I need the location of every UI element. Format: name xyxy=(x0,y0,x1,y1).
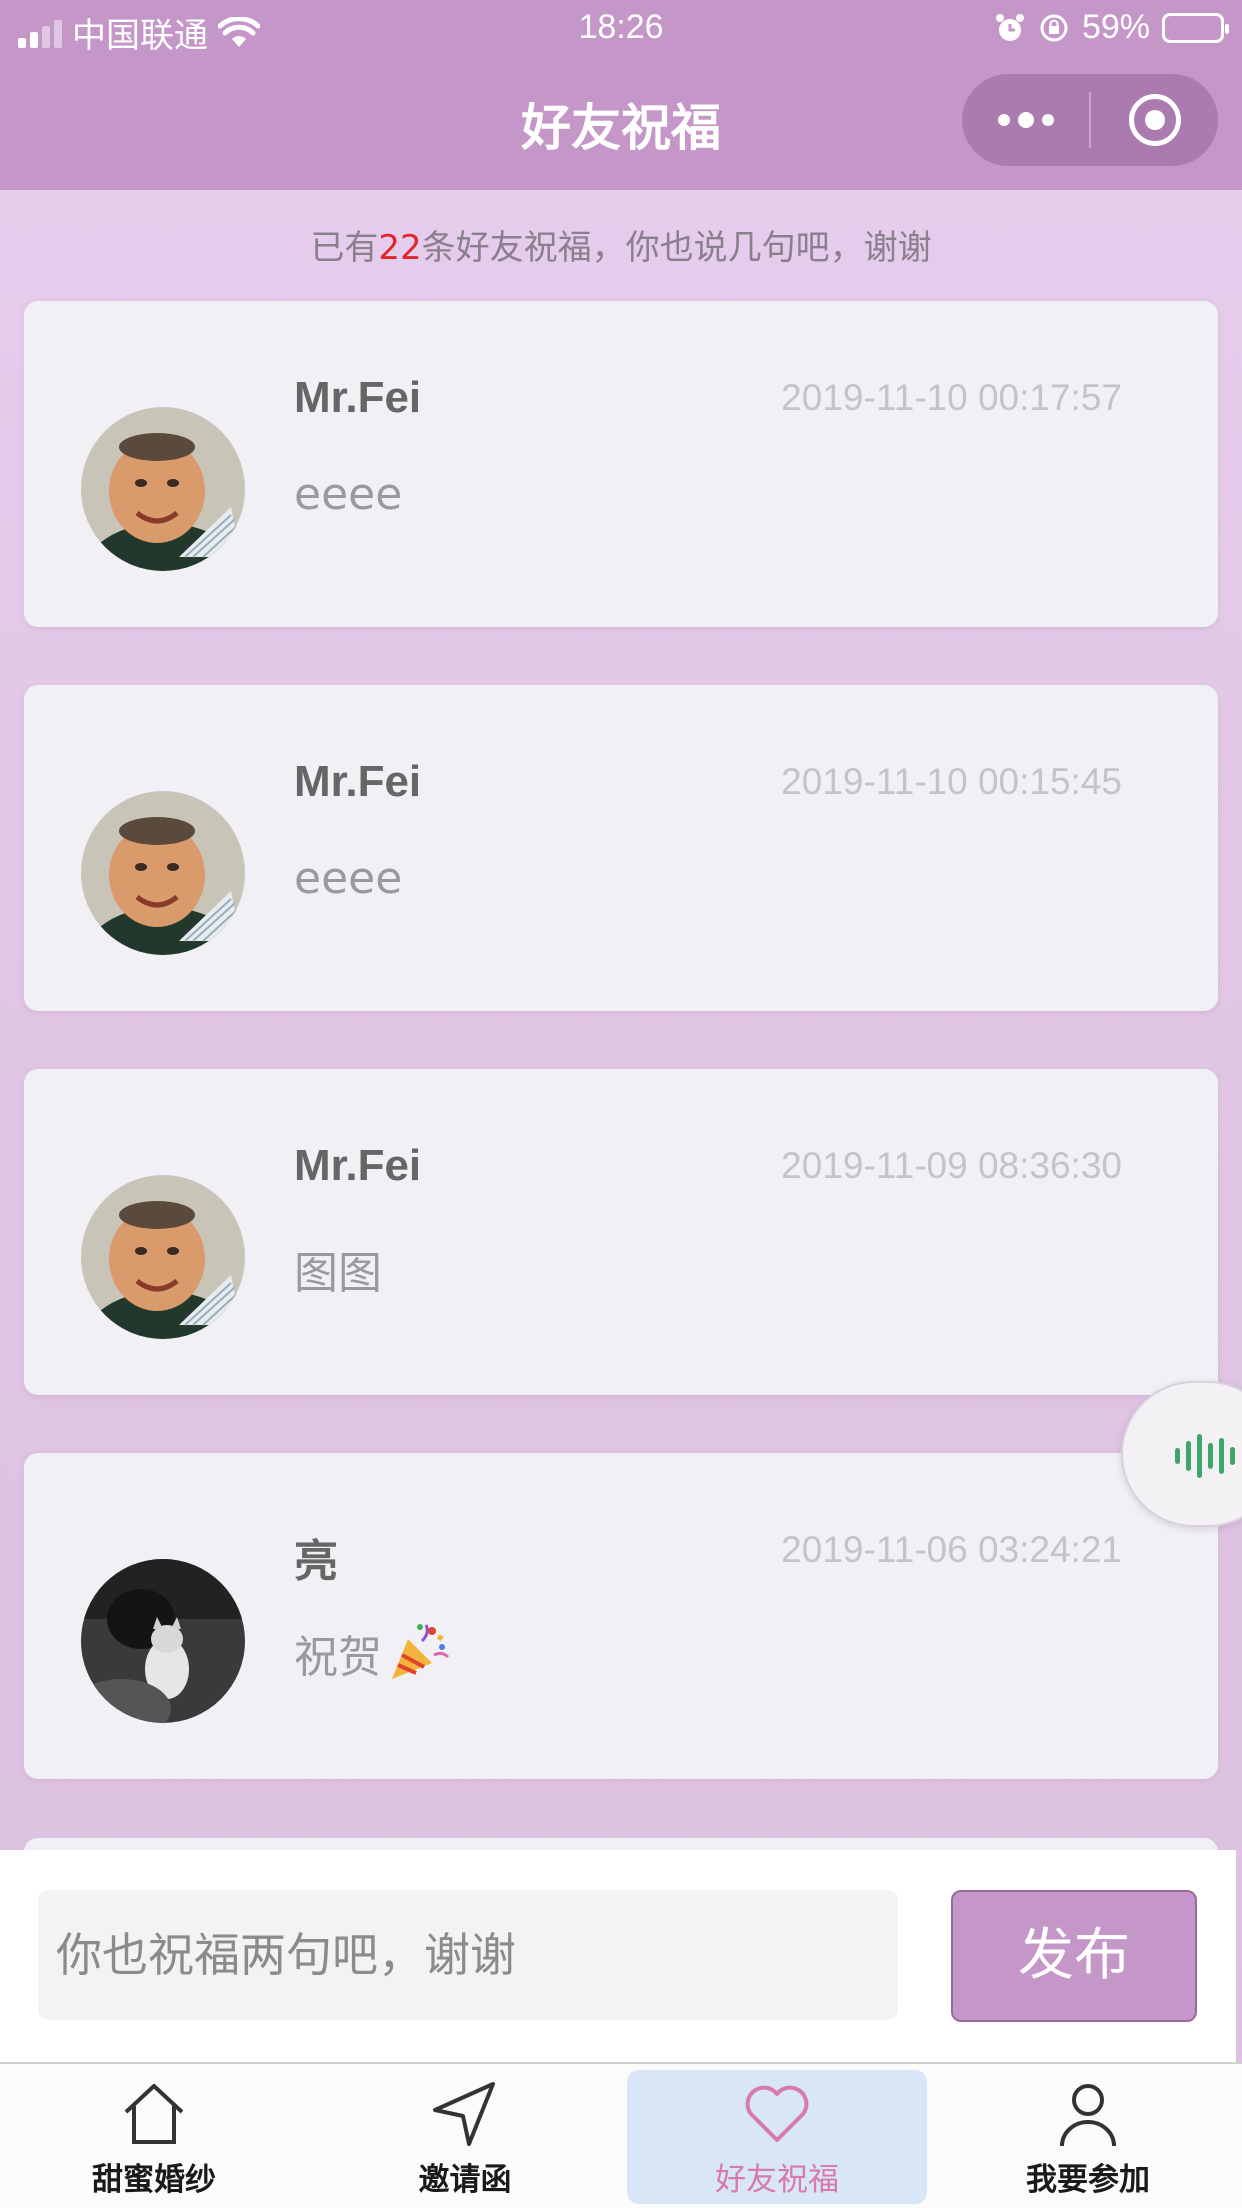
avatar xyxy=(81,1175,245,1339)
blessing-count: 22 xyxy=(378,228,422,268)
send-icon xyxy=(433,2082,495,2146)
blessing-card: Mr.Fei 2019-11-10 00:17:57 eeee xyxy=(24,301,1218,627)
composer-bar: 你也祝福两句吧，谢谢 发布 xyxy=(0,1850,1236,2062)
avatar xyxy=(81,791,245,955)
battery-icon xyxy=(1162,12,1229,43)
tab-friend-blessings[interactable]: 好友祝福 xyxy=(627,2070,927,2204)
avatar xyxy=(81,407,245,571)
tab-attend[interactable]: 我要参加 xyxy=(938,2070,1238,2204)
tab-wedding-photos[interactable]: 甜蜜婚纱 xyxy=(4,2070,304,2204)
tab-label: 邀请函 xyxy=(418,2162,512,2198)
avatar xyxy=(81,1559,245,1723)
blessing-input[interactable]: 你也祝福两句吧，谢谢 xyxy=(38,1890,898,2020)
tab-label: 我要参加 xyxy=(1026,2162,1150,2198)
message-body: 祝贺 xyxy=(294,1632,382,1683)
miniprogram-capsule xyxy=(962,74,1218,166)
more-icon[interactable] xyxy=(962,112,1089,128)
summary-suffix: 条好友祝福，你也说几句吧，谢谢 xyxy=(421,228,932,268)
author-name: 亮 xyxy=(294,1537,338,1586)
nav-bar: 好友祝福 xyxy=(0,58,1242,190)
message-text: 祝贺 xyxy=(294,1621,450,1685)
tab-label: 好友祝福 xyxy=(715,2162,839,2198)
message-body: 图图 xyxy=(294,1248,382,1299)
summary-prefix: 已有 xyxy=(310,228,379,268)
voice-wave-icon xyxy=(1175,1433,1235,1479)
blessing-card: Mr.Fei 2019-11-10 00:15:45 eeee xyxy=(24,685,1218,1011)
message-text: eeee xyxy=(294,469,402,520)
blessing-card: Mr.Fei 2019-11-09 08:36:30 图图 xyxy=(24,1069,1218,1395)
tab-invitation[interactable]: 邀请函 xyxy=(315,2070,615,2204)
status-right: 59% xyxy=(994,8,1229,47)
author-name: Mr.Fei xyxy=(294,757,422,806)
post-time: 2019-11-10 00:15:45 xyxy=(781,761,1122,802)
rotation-lock-icon xyxy=(1040,14,1068,41)
blessing-card: 亮 2019-11-06 03:24:21 祝贺 xyxy=(24,1453,1218,1779)
battery-percent: 59% xyxy=(1081,8,1150,46)
message-body: eeee xyxy=(294,853,403,904)
post-time: 2019-11-06 03:24:21 xyxy=(781,1529,1122,1570)
message-text: eeee xyxy=(294,853,402,904)
blessing-summary: 已有22条好友祝福，你也说几句吧，谢谢 xyxy=(0,220,1242,269)
close-target-icon[interactable] xyxy=(1091,94,1218,146)
heart-icon xyxy=(745,2085,809,2142)
party-popper-icon xyxy=(392,1624,450,1679)
author-name: Mr.Fei xyxy=(294,1141,422,1190)
author-name: Mr.Fei xyxy=(294,373,422,422)
home-icon xyxy=(124,2084,184,2144)
alarm-icon xyxy=(995,13,1024,41)
status-bar: 中国联通 18:26 59% xyxy=(0,0,1242,58)
message-body: eeee xyxy=(294,469,403,520)
publish-button[interactable]: 发布 xyxy=(951,1890,1197,2022)
post-time: 2019-11-09 08:36:30 xyxy=(781,1145,1122,1186)
post-time: 2019-11-10 00:17:57 xyxy=(781,377,1122,418)
tab-label: 甜蜜婚纱 xyxy=(92,2162,216,2198)
person-icon xyxy=(1060,2084,1116,2147)
tab-bar: 甜蜜婚纱 邀请函 好友祝福 我要参加 xyxy=(0,2062,1242,2208)
message-text: 图图 xyxy=(294,1237,382,1301)
